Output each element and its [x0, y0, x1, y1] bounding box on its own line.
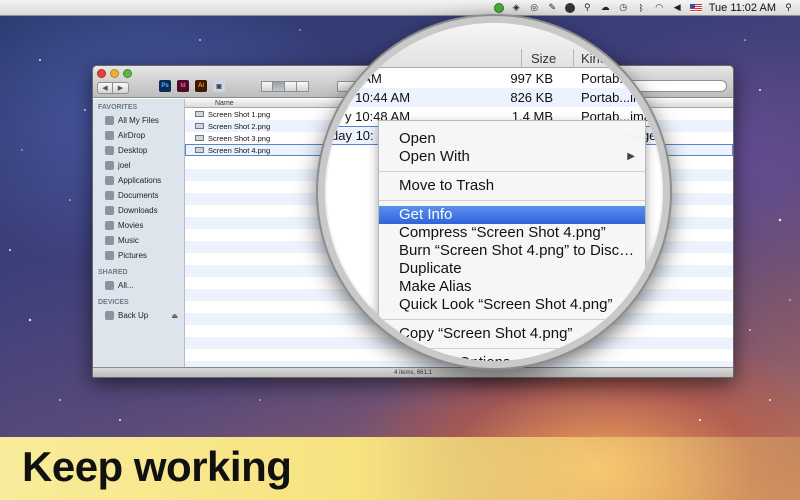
network-icon — [105, 281, 114, 290]
time-machine-icon[interactable]: ◷ — [618, 2, 629, 13]
wifi-icon[interactable]: ◠ — [654, 2, 665, 13]
sidebar-item-pictures[interactable]: Pictures — [93, 248, 184, 263]
music-icon — [105, 236, 114, 245]
sidebar-heading-shared: SHARED — [98, 269, 128, 276]
forward-button[interactable]: ▶ — [113, 82, 129, 94]
sidebar-item-applications[interactable]: Applications — [93, 173, 184, 188]
column-header-kind[interactable]: Kind — [581, 51, 607, 66]
menu-item-move-to-trash[interactable]: Move to Trash — [379, 177, 645, 195]
close-window-button[interactable] — [97, 69, 106, 78]
preview-icon[interactable]: ▣ — [213, 80, 225, 92]
menu-item-duplicate[interactable]: Duplicate — [379, 260, 645, 278]
magnifier-lens: Size Kind 36 AM 997 KB Portab...image y … — [318, 16, 670, 368]
sidebar-item-airdrop[interactable]: AirDrop — [93, 128, 184, 143]
image-file-icon — [195, 147, 204, 153]
menu-item-open-with[interactable]: Open With ▶ — [379, 148, 645, 166]
menu-item-burn[interactable]: Burn “Screen Shot 4.png” to Disc… — [379, 242, 645, 260]
disk-icon — [105, 311, 114, 320]
desktop-icon — [105, 146, 114, 155]
sidebar-item-back-up[interactable]: Back Up ⏏ — [93, 308, 184, 323]
sidebar-heading-favorites: FAVORITES — [98, 104, 138, 111]
image-file-icon — [195, 135, 204, 141]
sidebar-item-movies[interactable]: Movies — [93, 218, 184, 233]
photoshop-icon[interactable]: Ps — [159, 80, 171, 92]
back-button[interactable]: ◀ — [97, 82, 113, 94]
banner-headline: Keep working — [22, 443, 292, 490]
image-file-icon — [195, 111, 204, 117]
pen-icon[interactable]: ✎ — [547, 2, 558, 13]
home-icon — [105, 161, 114, 170]
menu-item-quick-look[interactable]: Quick Look “Screen Shot 4.png” — [379, 296, 645, 314]
menu-item-compress[interactable]: Compress “Screen Shot 4.png” — [379, 224, 645, 242]
indesign-icon[interactable]: Id — [177, 80, 189, 92]
sidebar-item-music[interactable]: Music — [93, 233, 184, 248]
column-view-button[interactable] — [285, 81, 297, 92]
sync-icon[interactable]: ◎ — [529, 2, 540, 13]
list-view-button[interactable] — [273, 81, 285, 92]
menu-item-open[interactable]: Open — [379, 130, 645, 148]
status-app-icon[interactable] — [493, 2, 504, 13]
pictures-icon — [105, 251, 114, 260]
illustrator-icon[interactable]: Ai — [195, 80, 207, 92]
sidebar-item-all-my-files[interactable]: All My Files — [93, 113, 184, 128]
airdrop-icon — [105, 131, 114, 140]
coverflow-view-button[interactable] — [297, 81, 309, 92]
us-flag-icon[interactable] — [689, 3, 702, 12]
promo-banner: Keep working — [0, 437, 800, 500]
sidebar-item-shared-all[interactable]: All... — [93, 278, 184, 293]
dropbox-icon[interactable]: ◈ — [511, 2, 522, 13]
context-menu: Open Open With ▶ Move to Trash Get Info C… — [378, 120, 646, 361]
status-bar: 4 items, 661.1 — [93, 367, 733, 377]
sidebar-item-desktop[interactable]: Desktop — [93, 143, 184, 158]
sidebar-item-documents[interactable]: Documents — [93, 188, 184, 203]
bluetooth-icon[interactable]: ᛒ — [636, 2, 647, 13]
zoom-window-button[interactable] — [123, 69, 132, 78]
eye-icon[interactable] — [564, 2, 575, 13]
menu-item-copy[interactable]: Copy “Screen Shot 4.png” — [379, 325, 645, 343]
magnified-column-header: Size Kind — [325, 23, 663, 68]
submenu-arrow-icon: ▶ — [627, 151, 635, 162]
sidebar-item-home[interactable]: joel — [93, 158, 184, 173]
all-files-icon — [105, 116, 114, 125]
documents-icon — [105, 191, 114, 200]
spotlight-icon[interactable]: ⚲ — [783, 2, 794, 13]
sidebar-heading-devices: DEVICES — [98, 299, 129, 306]
menu-bar: ◈ ◎ ✎ ⚲ ☁ ◷ ᛒ ◠ ◀ Tue 11:02 AM ⚲ — [0, 0, 800, 16]
movies-icon — [105, 221, 114, 230]
search-icon[interactable]: ⚲ — [582, 2, 593, 13]
sidebar-item-downloads[interactable]: Downloads — [93, 203, 184, 218]
cloud-icon[interactable]: ☁ — [600, 2, 611, 13]
magnified-row[interactable]: y 10:44 AM 826 KB Portab...ima — [325, 88, 663, 107]
applications-icon — [105, 176, 114, 185]
menu-item-get-info[interactable]: Get Info — [379, 206, 645, 224]
volume-icon[interactable]: ◀ — [672, 2, 683, 13]
magnified-row[interactable]: 36 AM 997 KB Portab...image — [325, 69, 663, 88]
eject-icon[interactable]: ⏏ — [171, 312, 178, 320]
image-file-icon — [195, 123, 204, 129]
icon-view-button[interactable] — [261, 81, 273, 92]
downloads-icon — [105, 206, 114, 215]
minimize-window-button[interactable] — [110, 69, 119, 78]
menu-item-make-alias[interactable]: Make Alias — [379, 278, 645, 296]
column-header-size[interactable]: Size — [531, 51, 556, 66]
menu-clock[interactable]: Tue 11:02 AM — [709, 2, 776, 14]
finder-sidebar: FAVORITES All My Files AirDrop Desktop j… — [93, 99, 185, 367]
